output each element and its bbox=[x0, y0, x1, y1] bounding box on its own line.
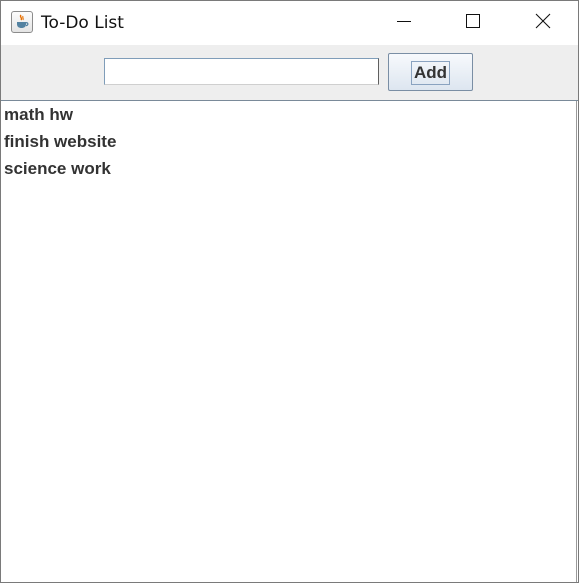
minimize-icon bbox=[396, 13, 412, 33]
add-button-label: Add bbox=[410, 60, 451, 85]
todo-list[interactable]: math hw finish website science work bbox=[1, 101, 577, 582]
add-button[interactable]: Add bbox=[388, 53, 473, 91]
close-icon bbox=[535, 13, 551, 33]
list-item[interactable]: finish website bbox=[1, 128, 576, 155]
close-button[interactable] bbox=[520, 1, 566, 45]
java-cup-icon bbox=[11, 11, 33, 33]
todo-window: To-Do List Add math hw finish website sc… bbox=[0, 0, 579, 583]
input-toolbar: Add bbox=[1, 45, 578, 100]
title-bar[interactable]: To-Do List bbox=[1, 1, 578, 45]
maximize-icon bbox=[465, 13, 481, 33]
maximize-button[interactable] bbox=[450, 1, 496, 45]
minimize-button[interactable] bbox=[381, 1, 427, 45]
list-item[interactable]: math hw bbox=[1, 101, 576, 128]
task-input[interactable] bbox=[104, 58, 379, 85]
window-title: To-Do List bbox=[41, 13, 124, 33]
list-item[interactable]: science work bbox=[1, 155, 576, 182]
